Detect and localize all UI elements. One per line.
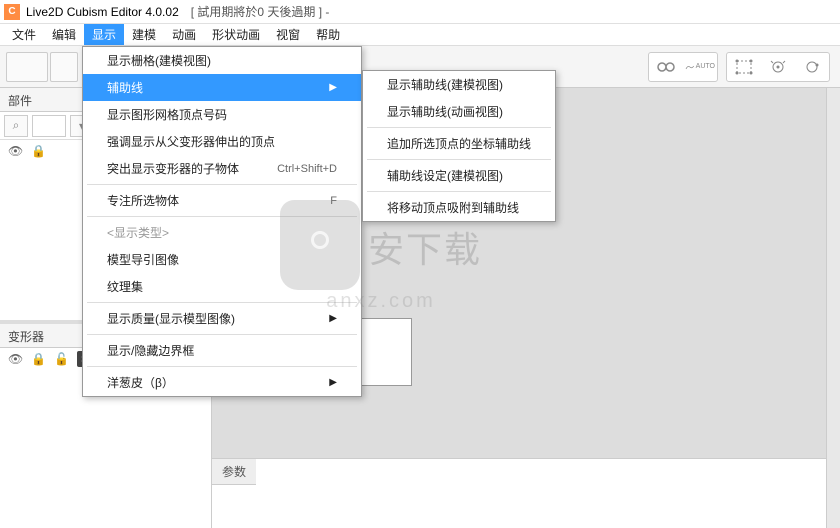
menu-item[interactable]: 洋葱皮（β）▶ (83, 369, 361, 396)
separator (87, 184, 357, 185)
param-tab[interactable]: 参数 (212, 459, 256, 485)
display-menu: 显示栅格(建模视图)辅助线▶显示图形网格顶点号码强调显示从父变形器伸出的顶点突出… (82, 46, 362, 397)
target-icon[interactable] (763, 55, 793, 79)
menu-视窗[interactable]: 视窗 (268, 24, 308, 45)
menu-文件[interactable]: 文件 (4, 24, 44, 45)
separator (367, 159, 551, 160)
toolbar-btn-1[interactable] (6, 52, 48, 82)
menu-帮助[interactable]: 帮助 (308, 24, 348, 45)
chevron-right-icon: ▶ (329, 82, 337, 93)
menu-显示[interactable]: 显示 (84, 24, 124, 45)
menu-item: <显示类型> (83, 219, 361, 246)
separator (87, 216, 357, 217)
menu-item[interactable]: 显示/隐藏边界框 (83, 337, 361, 364)
menu-item[interactable]: 纹理集 (83, 273, 361, 300)
tool-group-1: AUTO (648, 52, 718, 82)
menu-item[interactable]: 显示质量(显示模型图像)▶ (83, 305, 361, 332)
menu-建模[interactable]: 建模 (124, 24, 164, 45)
guides-submenu: 显示辅助线(建模视图)显示辅助线(动画视图) 追加所选顶点的坐标辅助线辅助线设定(… (362, 70, 556, 222)
grid-icon[interactable] (729, 55, 759, 79)
rotate-icon[interactable] (797, 55, 827, 79)
menu-item[interactable]: 显示辅助线(建模视图) (363, 71, 555, 98)
separator (87, 366, 357, 367)
menu-item[interactable]: 强调显示从父变形器伸出的顶点 (83, 128, 361, 155)
tool-icon-b[interactable]: AUTO (685, 55, 715, 79)
eye-icon[interactable]: 👁 (8, 352, 23, 366)
lock-icon[interactable]: 🔒 (31, 144, 46, 158)
separator (367, 191, 551, 192)
lock-icon[interactable]: 🔒 (31, 352, 46, 366)
separator (367, 127, 551, 128)
search-icon[interactable]: ⌕ (4, 115, 28, 137)
menu-item[interactable]: 追加所选顶点的坐标辅助线 (363, 130, 555, 157)
app-icon: C (4, 4, 20, 20)
toolbar-btn-2[interactable] (50, 52, 78, 82)
tool-group-2 (726, 52, 830, 82)
filter-box[interactable] (32, 115, 66, 137)
app-title: Live2D Cubism Editor 4.0.02 (26, 5, 179, 19)
chevron-right-icon: ▶ (329, 377, 337, 388)
menu-item[interactable]: 辅助线▶ (83, 74, 361, 101)
menu-item[interactable]: 突出显示变形器的子物体Ctrl+Shift+D (83, 155, 361, 182)
menu-形状动画[interactable]: 形状动画 (204, 24, 268, 45)
menu-动画[interactable]: 动画 (164, 24, 204, 45)
menu-编辑[interactable]: 编辑 (44, 24, 84, 45)
menu-item[interactable]: 显示图形网格顶点号码 (83, 101, 361, 128)
menu-item[interactable]: 模型导引图像 (83, 246, 361, 273)
tool-icon-a[interactable] (651, 55, 681, 79)
menubar: 文件编辑显示建模动画形状动画视窗帮助 (0, 24, 840, 46)
unlock-icon[interactable]: 🔓 (54, 352, 69, 366)
menu-item[interactable]: 显示栅格(建模视图) (83, 47, 361, 74)
trial-notice: [ 試用期將於0 天後過期 ] - (191, 3, 330, 20)
menu-item[interactable]: 辅助线设定(建模视图) (363, 162, 555, 189)
eye-icon[interactable]: 👁 (8, 144, 23, 158)
chevron-right-icon: ▶ (329, 313, 337, 324)
right-gutter (826, 88, 840, 528)
separator (87, 334, 357, 335)
param-panel: 参数 (212, 458, 826, 528)
titlebar: C Live2D Cubism Editor 4.0.02 [ 試用期將於0 天… (0, 0, 840, 24)
menu-item[interactable]: 专注所选物体F (83, 187, 361, 214)
menu-item[interactable]: 将移动顶点吸附到辅助线 (363, 194, 555, 221)
menu-item[interactable]: 显示辅助线(动画视图) (363, 98, 555, 125)
separator (87, 302, 357, 303)
